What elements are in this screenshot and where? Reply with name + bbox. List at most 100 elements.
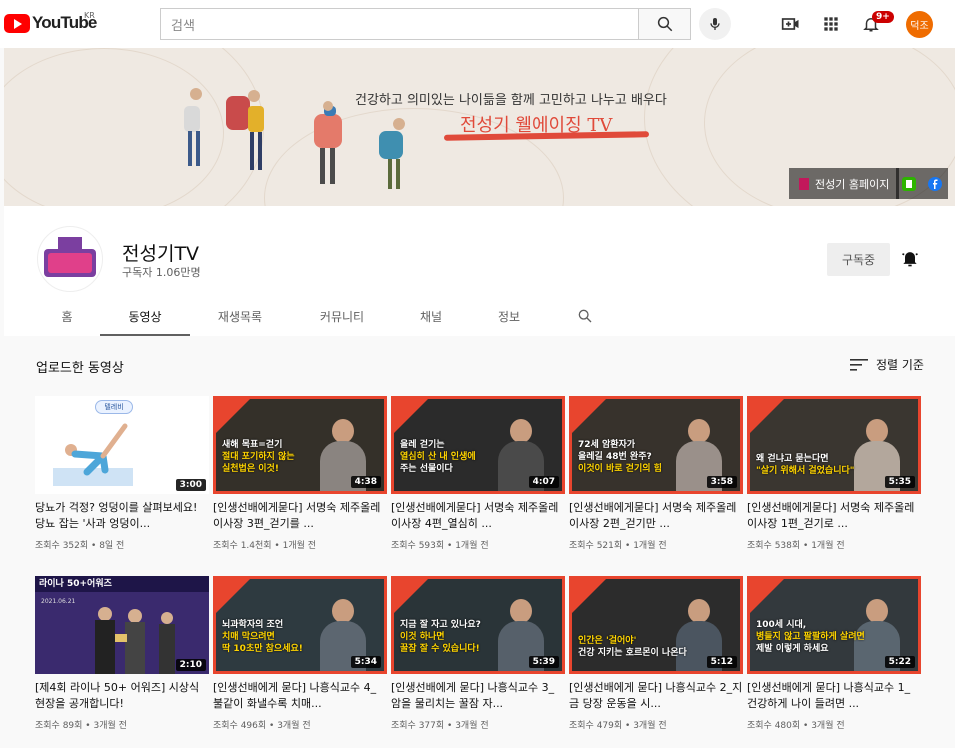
video-thumbnail[interactable]: 72세 암환자가 올레길 48번 완주? 이것이 바로 걷기의 힘 3:58 [569, 396, 743, 494]
tab-channels[interactable]: 채널 [408, 298, 454, 334]
video-meta: 조회수 521회 • 1개월 전 [569, 541, 667, 551]
video-meta: 조회수 496회 • 3개월 전 [213, 721, 311, 731]
homepage-link[interactable]: 전성기 홈페이지 [789, 168, 900, 199]
naver-blog-link[interactable] [896, 168, 922, 199]
video-thumbnail[interactable]: 텔레비 3:00 [35, 396, 209, 494]
caption-line-2: 열심히 산 내 인생에 [400, 452, 476, 462]
subscribe-button[interactable]: 구독중 [827, 243, 890, 276]
video-duration: 5:22 [884, 656, 915, 668]
channel-logo-icon [44, 237, 96, 277]
thumbnail-caption: 올레 걷기는 열심히 산 내 인생에 주는 선물이다 [400, 439, 476, 475]
video-duration: 5:35 [884, 476, 915, 488]
video-duration: 3:58 [706, 476, 737, 488]
video-card[interactable]: 텔레비 3:00 당뇨가 걱정? 엉덩이를 살펴보세요! 당뇨 잡는 '사과 엉… [35, 396, 209, 551]
video-thumbnail[interactable]: 올레 걷기는 열심히 산 내 인생에 주는 선물이다 4:07 [391, 396, 565, 494]
exercise-figure-illustration [53, 423, 133, 486]
video-thumbnail[interactable]: 지금 잘 자고 있나요? 이것 하나면 꿀잠 잘 수 있습니다! 5:39 [391, 576, 565, 674]
tab-videos[interactable]: 동영상 [100, 298, 190, 336]
channel-name: 전성기TV [122, 243, 200, 265]
video-meta: 조회수 479회 • 3개월 전 [569, 721, 667, 731]
video-card[interactable]: 지금 잘 자고 있나요? 이것 하나면 꿀잠 잘 수 있습니다! 5:39 [인… [391, 576, 565, 731]
thumbnail-corner-tag [572, 579, 606, 613]
video-thumbnail[interactable]: 인간은 '걸어야' 건강 지키는 호르몬이 나온다 5:12 [569, 576, 743, 674]
video-title[interactable]: [인생선배에게 묻다] 나흥식교수 2_지금 당장 운동을 시... [569, 680, 743, 712]
video-duration: 3:00 [175, 479, 206, 491]
award-banner-text: 라이나 50+어워즈 [35, 576, 209, 592]
youtube-play-icon [4, 13, 30, 33]
create-video-button[interactable] [779, 12, 803, 36]
video-thumbnail[interactable]: 뇌과학자의 조언 치매 막으려면 딱 10초만 참으세요! 5:34 [213, 576, 387, 674]
video-thumbnail[interactable]: 새해 목표=걷기 절대 포기하지 않는 실천법은 이것! 4:38 [213, 396, 387, 494]
video-card[interactable]: 뇌과학자의 조언 치매 막으려면 딱 10초만 참으세요! 5:34 [인생선배… [213, 576, 387, 731]
facebook-icon [928, 176, 942, 191]
video-card[interactable]: 새해 목표=걷기 절대 포기하지 않는 실천법은 이것! 4:38 [인생선배에… [213, 396, 387, 551]
section-title: 업로드한 동영상 [36, 361, 124, 376]
caption-line-1: 새해 목표=걷기 [222, 440, 283, 450]
account-avatar[interactable]: 덕조 [906, 11, 933, 38]
video-meta: 조회수 593회 • 1개월 전 [391, 541, 489, 551]
caption-line-3: 이것이 바로 걷기의 힘 [578, 464, 662, 474]
tab-community[interactable]: 커뮤니티 [304, 298, 380, 334]
video-card[interactable]: 72세 암환자가 올레길 48번 완주? 이것이 바로 걷기의 힘 3:58 [… [569, 396, 743, 551]
caption-line-3: 꿀잠 잘 수 있습니다! [400, 644, 480, 654]
tab-home[interactable]: 홈 [44, 298, 90, 334]
caption-line-2: 올레길 48번 완주? [578, 452, 652, 462]
video-title[interactable]: [제4회 라이나 50+ 어워즈] 시상식 현장을 공개합니다! [35, 680, 209, 712]
thumbnail-caption: 왜 걷냐고 묻는다면 "살기 위해서 걸었습니다" [756, 453, 854, 477]
caption-line-2: 치매 막으려면 [222, 632, 275, 642]
search-input[interactable]: 검색 [160, 8, 638, 40]
video-title[interactable]: [인생선배에게묻다] 서명숙 제주올레 이사장 3편_걷기를 ... [213, 500, 387, 532]
caption-line-1: 올레 걷기는 [400, 440, 445, 450]
video-thumbnail[interactable]: 100세 시대, 병들지 않고 팔팔하게 살려면 제발 이렇게 하세요 5:22 [747, 576, 921, 674]
thumbnail-caption: 지금 잘 자고 있나요? 이것 하나면 꿀잠 잘 수 있습니다! [400, 619, 481, 655]
caption-line-2: 건강 지키는 호르몬이 나온다 [578, 648, 687, 658]
video-title[interactable]: [인생선배에게묻다] 서명숙 제주올레 이사장 2편_걷기만 ... [569, 500, 743, 532]
video-card[interactable]: 100세 시대, 병들지 않고 팔팔하게 살려면 제발 이렇게 하세요 5:22… [747, 576, 921, 731]
video-thumbnail[interactable]: 라이나 50+어워즈 2021.06.21 2:10 [35, 576, 209, 674]
video-title[interactable]: 당뇨가 걱정? 엉덩이를 살펴보세요! 당뇨 잡는 '사과 엉덩이... [35, 500, 209, 532]
tab-search[interactable] [570, 298, 600, 334]
top-bar: YouTube KR 검색 9+ 덕조 [0, 0, 955, 48]
caption-line-3: 제발 이렇게 하세요 [756, 644, 829, 654]
video-thumbnail[interactable]: 왜 걷냐고 묻는다면 "살기 위해서 걸었습니다" 5:35 [747, 396, 921, 494]
caption-line-3: 딱 10초만 참으세요! [222, 644, 303, 654]
homepage-logo-icon [799, 177, 809, 190]
thumbnail-corner-tag [216, 399, 250, 433]
video-card[interactable]: 왜 걷냐고 묻는다면 "살기 위해서 걸었습니다" 5:35 [인생선배에게묻다… [747, 396, 921, 551]
video-title[interactable]: [인생선배에게 묻다] 나흥식교수 4_ 불같이 화낼수록 치매... [213, 680, 387, 712]
youtube-logo[interactable]: YouTube KR [4, 11, 97, 33]
thumbnail-caption: 인간은 '걸어야' 건강 지키는 호르몬이 나온다 [578, 635, 687, 659]
caption-line-1: 인간은 '걸어야' [578, 636, 637, 646]
video-duration: 4:38 [350, 476, 381, 488]
thumbnail-corner-tag [572, 399, 606, 433]
facebook-link[interactable] [922, 168, 948, 199]
video-card[interactable]: 인간은 '걸어야' 건강 지키는 호르몬이 나온다 5:12 [인생선배에게 묻… [569, 576, 743, 731]
search-button[interactable] [638, 8, 691, 40]
apps-button[interactable] [819, 12, 843, 36]
video-title[interactable]: [인생선배에게묻다] 서명숙 제주올레 이사장 1편_걷기로 ... [747, 500, 921, 532]
tab-about[interactable]: 정보 [486, 298, 532, 334]
caption-line-2: 병들지 않고 팔팔하게 살려면 [756, 632, 865, 642]
tab-playlists[interactable]: 재생목록 [204, 298, 276, 334]
notification-bell-button[interactable] [900, 248, 920, 272]
caption-line-1: 100세 시대, [756, 620, 807, 630]
video-title[interactable]: [인생선배에게 묻다] 나흥식교수 1_ 건강하게 나이 들려면 ... [747, 680, 921, 712]
voice-search-button[interactable] [699, 8, 731, 40]
video-meta: 조회수 1.4천회 • 1개월 전 [213, 541, 317, 551]
mic-icon [710, 18, 720, 30]
thumbnail-corner-tag [216, 579, 250, 613]
video-card[interactable]: 올레 걷기는 열심히 산 내 인생에 주는 선물이다 4:07 [인생선배에게묻… [391, 396, 565, 551]
channel-avatar[interactable] [37, 226, 103, 292]
video-card[interactable]: 라이나 50+어워즈 2021.06.21 2:10 [제4회 라이나 50+ … [35, 576, 209, 731]
banner-title: 전성기 웰에이징 TV [460, 115, 613, 136]
thumbnail-corner-tag [394, 399, 428, 433]
sort-button[interactable]: 정렬 기준 [850, 356, 924, 373]
video-title[interactable]: [인생선배에게 묻다] 나흥식교수 3_ 암을 물리치는 꿀잠 자... [391, 680, 565, 712]
bell-filled-icon [902, 252, 918, 267]
caption-line-1: 지금 잘 자고 있나요? [400, 620, 481, 630]
video-plus-icon [781, 18, 799, 30]
notification-badge: 9+ [872, 11, 894, 23]
video-title[interactable]: [인생선배에게묻다] 서명숙 제주올레 이사장 4편_열심히 ... [391, 500, 565, 532]
video-duration: 4:07 [528, 476, 559, 488]
banner-tagline: 건강하고 의미있는 나이듦을 함께 고민하고 나누고 배우다 [355, 93, 667, 108]
